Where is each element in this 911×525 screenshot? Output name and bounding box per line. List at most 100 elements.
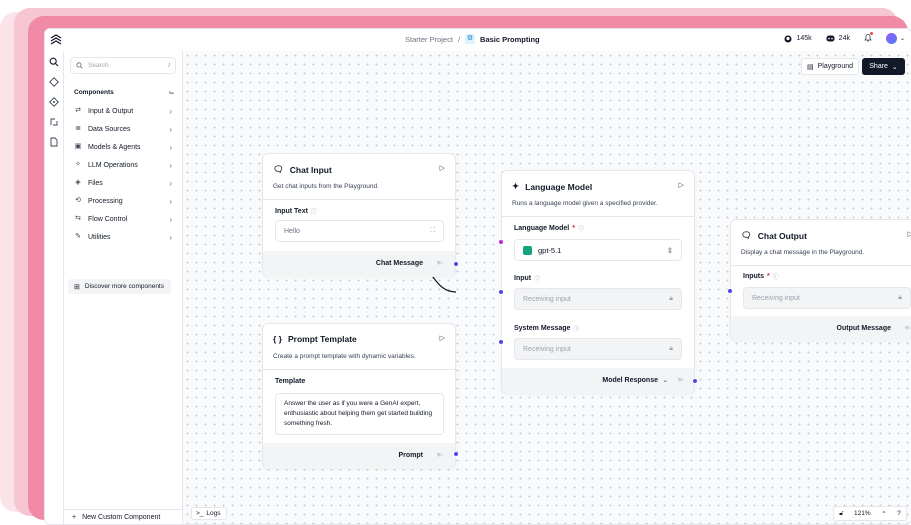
output-handle[interactable] xyxy=(692,378,698,384)
model-input-handle[interactable] xyxy=(498,239,504,245)
brain-icon: ✦ xyxy=(512,181,520,191)
info-icon: ⓘ xyxy=(577,227,584,233)
top-bar: Starter Project / ⚙ Basic Prompting 145k… xyxy=(45,29,911,52)
system-message-handle[interactable] xyxy=(498,339,504,345)
category-flow-control[interactable]: ⇆ Flow Control › xyxy=(74,212,172,226)
utilities-icon: ✎ xyxy=(75,233,81,240)
lock-icon: 🔒︎ xyxy=(898,294,902,301)
flow-name[interactable]: Basic Prompting xyxy=(480,35,540,44)
category-input-output[interactable]: ⇄ Input & Output › xyxy=(74,104,172,118)
components-icon[interactable] xyxy=(49,77,59,87)
discord-icon xyxy=(826,35,835,42)
chevron-right-icon: › xyxy=(169,142,172,152)
chevron-right-icon: › xyxy=(169,232,172,242)
bell-icon[interactable] xyxy=(864,32,873,44)
category-label: Utilities xyxy=(88,233,111,241)
field-label-input: Input ⓘ xyxy=(514,275,541,283)
category-data-sources[interactable]: ≣ Data Sources › xyxy=(74,122,172,136)
search-shortcut: / xyxy=(168,62,170,69)
chevrons-up-down-icon: ⇳ xyxy=(666,245,673,255)
settings-sliders-icon[interactable]: ⇋ xyxy=(169,89,174,97)
github-stars[interactable]: 145k xyxy=(784,35,812,43)
new-custom-component-button[interactable]: + New Custom Component xyxy=(64,509,182,524)
bundles-icon[interactable] xyxy=(49,97,59,107)
node-header: { } Prompt Template xyxy=(273,334,357,344)
chat-bubbles-icon: 🗨 xyxy=(741,230,752,240)
chevron-down-icon: ⌄ xyxy=(899,36,905,42)
github-icon xyxy=(784,35,792,42)
langflow-logo-icon[interactable] xyxy=(50,34,62,46)
breadcrumb-separator: / xyxy=(457,34,461,44)
discover-more-button[interactable]: ⊞ Discover more components xyxy=(68,279,171,294)
components-heading: Components xyxy=(74,89,114,96)
playground-button[interactable]: ▤ Playground xyxy=(801,58,859,75)
output-handle[interactable] xyxy=(453,451,459,457)
output-label: Chat Message xyxy=(375,260,423,267)
node-prompt-template[interactable]: { } Prompt Template ▷ Create a prompt te… xyxy=(262,323,459,469)
flow-control-icon: ⇆ xyxy=(75,215,81,222)
app-window: Starter Project / ⚙ Basic Prompting 145k… xyxy=(44,28,911,525)
input-handle[interactable] xyxy=(727,288,733,294)
input-handle[interactable] xyxy=(498,289,504,295)
node-output-row: Output Message ≡◦ xyxy=(731,316,911,342)
input-field[interactable]: Receiving input 🔒︎ xyxy=(514,288,682,310)
category-utilities[interactable]: ✎ Utilities › xyxy=(74,230,172,244)
category-label: Files xyxy=(88,179,103,187)
icon-rail xyxy=(45,51,64,524)
node-output-row: Prompt ≡◦ xyxy=(263,443,455,469)
output-options-icon[interactable]: ≡◦ xyxy=(678,377,684,384)
output-options-icon[interactable]: ≡◦ xyxy=(437,452,443,459)
lock-icon[interactable]: 🔓︎ xyxy=(839,510,843,518)
chevron-down-icon: ⌄ xyxy=(891,63,898,71)
play-icon[interactable]: ▷ xyxy=(908,230,911,238)
breadcrumb: Starter Project / ⚙ Basic Prompting xyxy=(405,34,540,44)
expand-icon[interactable]: ⛶ xyxy=(430,227,435,235)
category-llm-operations[interactable]: ✧ LLM Operations › xyxy=(74,158,172,172)
user-menu[interactable]: ⌄ xyxy=(885,33,905,44)
flow-canvas[interactable]: ▤ Playground Share ⌄ 🗨 Chat Input ▷ Get … xyxy=(183,51,911,524)
info-icon: ⓘ xyxy=(573,327,580,333)
node-title: Prompt Template xyxy=(287,334,357,344)
output-options-icon[interactable]: ≡◦ xyxy=(905,325,911,332)
category-label: Processing xyxy=(88,197,123,205)
node-description: Display a chat message in the Playground… xyxy=(741,249,865,256)
template-textarea[interactable]: Answer the user as if you were a GenAI e… xyxy=(275,393,444,435)
category-label: Data Sources xyxy=(88,125,131,133)
output-handle[interactable] xyxy=(453,261,459,267)
logs-button[interactable]: >_ Logs xyxy=(191,507,227,520)
model-select[interactable]: gpt-5.1 ⇳ xyxy=(514,239,682,261)
mcp-icon[interactable] xyxy=(49,117,59,127)
node-language-model[interactable]: ✦ Language Model ▷ Runs a language model… xyxy=(498,170,698,394)
project-name[interactable]: Starter Project xyxy=(405,35,453,44)
chevron-up-icon[interactable]: ⌃ xyxy=(881,510,886,518)
play-icon[interactable]: ▷ xyxy=(440,164,445,172)
divider xyxy=(263,369,455,370)
category-processing[interactable]: ⟲ Processing › xyxy=(74,194,172,208)
files-icon[interactable] xyxy=(49,137,59,147)
avatar xyxy=(885,33,897,44)
play-icon[interactable]: ▷ xyxy=(679,181,684,189)
share-button[interactable]: Share ⌄ xyxy=(862,58,905,75)
chevron-right-icon: › xyxy=(169,178,172,188)
playground-icon: ▤ xyxy=(806,63,814,71)
inputs-field[interactable]: Receiving input 🔒︎ xyxy=(743,287,911,309)
chevron-down-icon[interactable]: ⌄ xyxy=(663,376,668,384)
category-label: LLM Operations xyxy=(88,161,138,169)
search-icon[interactable] xyxy=(49,57,59,67)
output-options-icon[interactable]: ≡◦ xyxy=(437,260,443,267)
input-text-field[interactable]: Hello ⛶ xyxy=(275,220,444,242)
zoom-level[interactable]: 121% xyxy=(854,510,871,517)
category-files[interactable]: ◈ Files › xyxy=(74,176,172,190)
help-icon[interactable]: ? xyxy=(897,510,901,517)
share-label: Share xyxy=(869,63,888,70)
play-icon[interactable]: ▷ xyxy=(440,334,445,342)
search-input[interactable]: Search / xyxy=(70,57,176,74)
system-message-field[interactable]: Receiving input 🔒︎ xyxy=(514,338,682,360)
category-models-agents[interactable]: ▣ Models & Agents › xyxy=(74,140,172,154)
output-label: Prompt xyxy=(398,452,424,459)
field-label-language-model: Language Model * ⓘ xyxy=(514,225,584,233)
discord-members[interactable]: 24k xyxy=(826,35,850,42)
node-chat-output[interactable]: 🗨 Chat Output ▷ Display a chat message i… xyxy=(727,219,911,342)
input-text-value: Hello xyxy=(284,227,300,235)
node-chat-input[interactable]: 🗨 Chat Input ▷ Get chat inputs from the … xyxy=(262,153,459,277)
